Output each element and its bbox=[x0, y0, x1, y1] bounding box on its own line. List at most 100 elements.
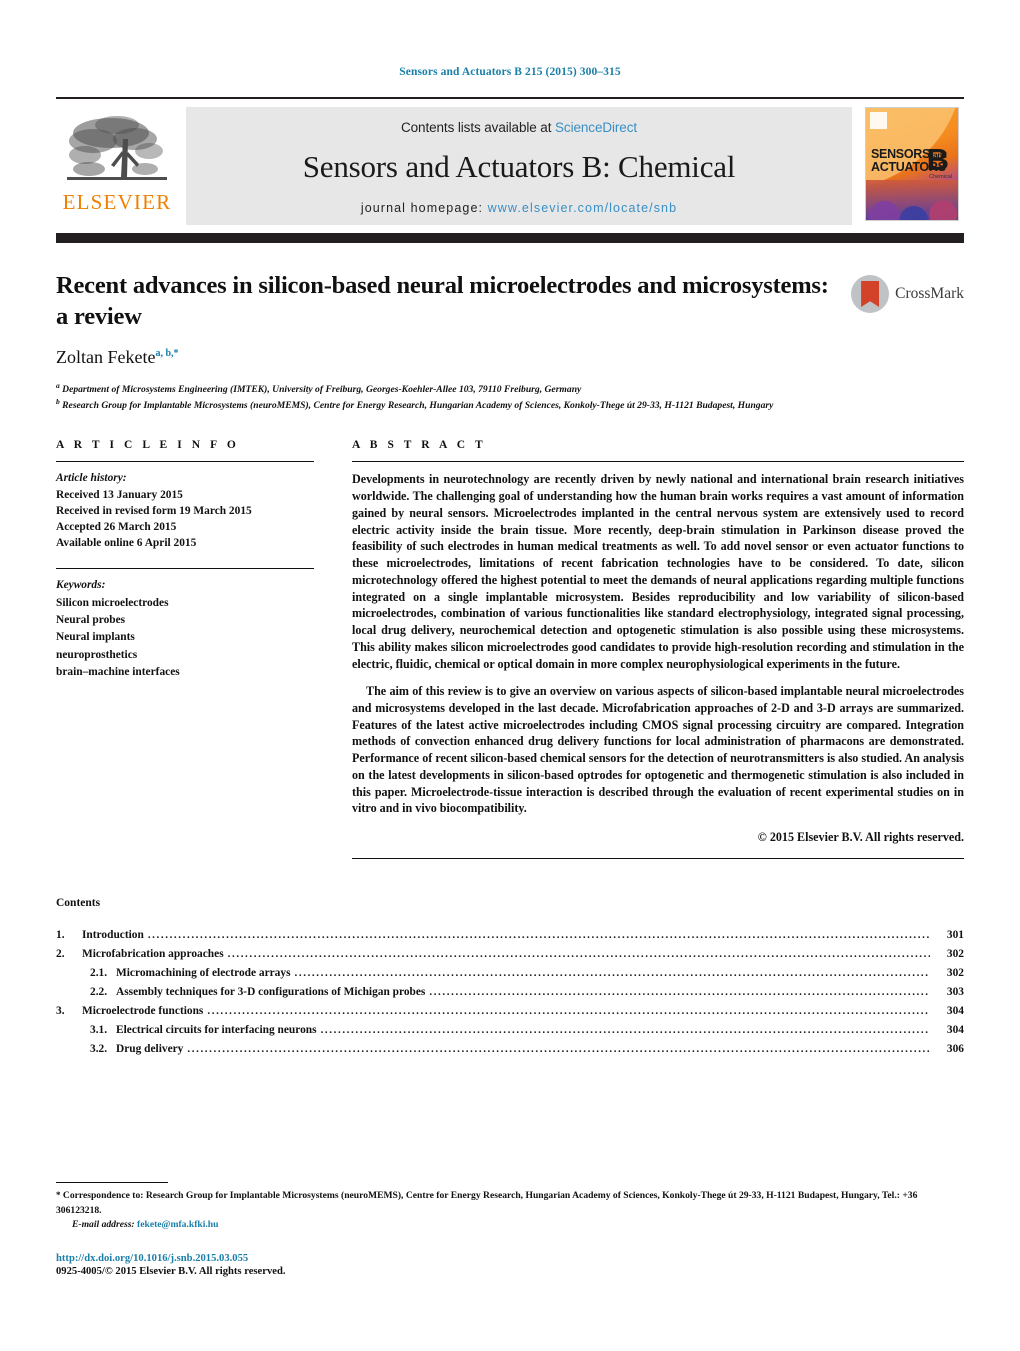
sciencedirect-link[interactable]: ScienceDirect bbox=[555, 120, 637, 135]
keywords-label: Keywords: bbox=[56, 579, 106, 592]
affiliation-a-mark: a bbox=[56, 381, 60, 391]
toc-entry-page: 303 bbox=[946, 985, 964, 998]
toc-leader-dots: ........................................… bbox=[320, 1024, 930, 1036]
keyword-item: Neural probes bbox=[56, 614, 126, 627]
email-line: E-mail address: fekete@mfa.kfki.hu bbox=[56, 1219, 964, 1230]
toc-leader-dots: ........................................… bbox=[227, 948, 930, 960]
page-title: Recent advances in silicon-based neural … bbox=[56, 272, 829, 330]
toc-entry[interactable]: 2.2. Assembly techniques for 3-D configur… bbox=[56, 983, 964, 1002]
toc-leader-dots: ........................................… bbox=[294, 967, 930, 979]
toc-entry-page: 304 bbox=[946, 1023, 964, 1036]
correspondence-note: * Correspondence to: Research Group for … bbox=[56, 1189, 964, 1218]
toc-entry-page: 304 bbox=[946, 1004, 964, 1017]
contents-available-line: Contents lists available at ScienceDirec… bbox=[401, 120, 637, 135]
homepage-label: journal homepage: bbox=[360, 200, 484, 215]
affiliation-b-mark: b bbox=[56, 397, 60, 407]
history-item: Received 13 January 2015 bbox=[56, 488, 183, 501]
keyword-item: brain–machine interfaces bbox=[56, 666, 180, 679]
crossmark-badge[interactable]: CrossMark bbox=[851, 271, 964, 313]
toc-entry[interactable]: 2.1. Micromachining of electrode arrays..… bbox=[56, 964, 964, 983]
author-name: Zoltan Fekete bbox=[56, 347, 156, 368]
toc-entry[interactable]: 2. Microfabrication approaches...........… bbox=[56, 945, 964, 964]
toc-entry-label: Introduction bbox=[82, 928, 144, 941]
running-head: Sensors and Actuators B 215 (2015) 300–3… bbox=[399, 66, 621, 78]
toc-entry[interactable]: 3. Microelectrode functions..............… bbox=[56, 1002, 964, 1021]
article-info-heading: A R T I C L E I N F O bbox=[56, 439, 240, 452]
abstract-heading: A B S T R A C T bbox=[352, 439, 487, 452]
toc-entry-number: 2. bbox=[56, 947, 65, 960]
publisher-logo: ELSEVIER bbox=[56, 107, 178, 225]
journal-title: Sensors and Actuators B: Chemical bbox=[302, 148, 736, 184]
affiliation-a: a Department of Microsystems Engineering… bbox=[56, 381, 964, 397]
article-info-rule bbox=[56, 461, 314, 463]
journal-banner: Contents lists available at ScienceDirec… bbox=[186, 107, 852, 225]
toc-entry-number: 1. bbox=[56, 928, 65, 941]
abstract-paragraph: Developments in neurotechnology are rece… bbox=[352, 472, 964, 671]
keyword-item: Neural implants bbox=[56, 631, 135, 644]
cover-image: SENSORS and ACTUATORS B Chemical bbox=[865, 107, 959, 221]
email-link[interactable]: fekete@mfa.kfki.hu bbox=[137, 1219, 218, 1230]
masthead-bottom-rule bbox=[56, 233, 964, 243]
crossmark-icon bbox=[851, 275, 890, 313]
homepage-url-link[interactable]: www.elsevier.com/locate/snb bbox=[488, 201, 678, 215]
email-label: E-mail address: bbox=[72, 1219, 135, 1230]
page-footer: * Correspondence to: Research Group for … bbox=[56, 1182, 964, 1277]
journal-homepage-line: journal homepage: www.elsevier.com/locat… bbox=[361, 201, 677, 215]
keywords-rule bbox=[56, 568, 314, 570]
author-affiliation-marks: a, b, bbox=[155, 348, 174, 360]
history-item: Received in revised form 19 March 2015 bbox=[56, 504, 252, 517]
affiliations: a Department of Microsystems Engineering… bbox=[56, 381, 964, 413]
toc-leader-dots: ........................................… bbox=[429, 986, 930, 998]
keywords-group: Keywords: Silicon microelectrodes Neural… bbox=[56, 577, 314, 681]
toc-entry-label: Electrical circuits for interfacing neur… bbox=[116, 1023, 317, 1036]
toc-entry-number: 3.1. bbox=[90, 1023, 108, 1036]
journal-masthead: ELSEVIER Contents lists available at Sci… bbox=[56, 97, 964, 225]
doi-link[interactable]: http://dx.doi.org/10.1016/j.snb.2015.03.… bbox=[56, 1253, 964, 1264]
contents-prefix-text: Contents lists available at bbox=[400, 119, 556, 135]
contents-section: Contents 1. Introduction.................… bbox=[56, 897, 964, 1059]
abstract-paragraph: The aim of this review is to give an ove… bbox=[352, 684, 964, 816]
toc-entry-page: 302 bbox=[946, 947, 964, 960]
contents-heading: Contents bbox=[56, 897, 101, 910]
toc-entry-label: Micromachining of electrode arrays bbox=[116, 966, 291, 979]
issn-copyright-line: 0925-4005/© 2015 Elsevier B.V. All right… bbox=[56, 1266, 286, 1277]
abstract-copyright: © 2015 Elsevier B.V. All rights reserved… bbox=[757, 830, 964, 845]
abstract-column: A B S T R A C T Developments in neurotec… bbox=[352, 439, 964, 860]
cover-series-letter: B bbox=[926, 142, 949, 177]
journal-cover-thumbnail: SENSORS and ACTUATORS B Chemical bbox=[860, 107, 964, 225]
toc-entry-page: 301 bbox=[946, 928, 964, 941]
title-column: Recent advances in silicon-based neural … bbox=[56, 271, 851, 368]
toc-leader-dots: ........................................… bbox=[147, 929, 930, 941]
toc-entry[interactable]: 3.2. Drug delivery.......................… bbox=[56, 1040, 964, 1059]
correspondence-star: * bbox=[56, 1190, 61, 1201]
toc-entry[interactable]: 3.1. Electrical circuits for interfacing … bbox=[56, 1021, 964, 1040]
abstract-bottom-rule bbox=[352, 858, 964, 860]
info-abstract-row: A R T I C L E I N F O Article history: R… bbox=[56, 439, 964, 860]
footnote-rule bbox=[56, 1182, 168, 1184]
toc-entry-label: Assembly techniques for 3-D configuratio… bbox=[116, 985, 426, 998]
toc-entry-label: Drug delivery bbox=[116, 1042, 184, 1055]
toc-leader-dots: ........................................… bbox=[187, 1043, 930, 1055]
elsevier-wordmark: ELSEVIER bbox=[62, 190, 172, 214]
article-first-page: Sensors and Actuators B 215 (2015) 300–3… bbox=[0, 0, 1020, 1351]
abstract-body: Developments in neurotechnology are rece… bbox=[352, 471, 964, 817]
toc-entry-number: 3. bbox=[56, 1004, 65, 1017]
elsevier-tree-icon bbox=[67, 116, 167, 180]
affiliation-a-text: Department of Microsystems Engineering (… bbox=[62, 384, 582, 396]
toc-entry[interactable]: 1. Introduction..........................… bbox=[56, 926, 964, 945]
crossmark-label: CrossMark bbox=[895, 285, 964, 302]
author-line: Zoltan Feketea, b,* bbox=[56, 347, 831, 368]
article-history-label: Article history: bbox=[56, 472, 127, 485]
toc-entry-number: 2.1. bbox=[90, 966, 108, 979]
cover-bottom-graphic bbox=[866, 180, 958, 220]
toc-entry-label: Microfabrication approaches bbox=[82, 947, 224, 960]
toc-entry-page: 306 bbox=[946, 1042, 964, 1055]
author-corresponding-mark: * bbox=[173, 348, 179, 360]
cover-line1: SENSORS bbox=[871, 147, 931, 161]
keyword-item: Silicon microelectrodes bbox=[56, 596, 169, 609]
toc-entry-number: 2.2. bbox=[90, 985, 108, 998]
cover-elsevier-mark-icon bbox=[870, 112, 887, 129]
toc-entry-number: 3.2. bbox=[90, 1042, 108, 1055]
table-of-contents: 1. Introduction..........................… bbox=[56, 926, 964, 1059]
history-item: Available online 6 April 2015 bbox=[56, 537, 197, 550]
